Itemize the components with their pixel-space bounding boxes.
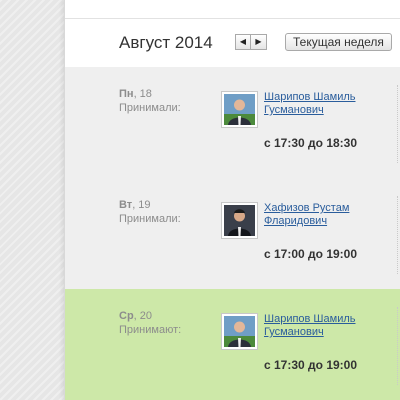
top-divider xyxy=(65,18,400,19)
day-row-monday: Пн, 18 Принимали: Шарипов Шамиль Гусмано… xyxy=(65,67,400,178)
person-photo[interactable] xyxy=(221,202,258,239)
dotted-divider xyxy=(397,85,398,163)
weekday: Пн xyxy=(119,88,134,100)
person-name-line: Хафизов Рустам xyxy=(264,202,350,214)
day-row-tuesday: Вт, 19 Принимали: Хафизов Рустам Фларидо… xyxy=(65,178,400,289)
month-title: Август 2014 xyxy=(119,33,213,52)
reception-time: с 17:30 до 19:00 xyxy=(264,358,358,372)
person-link[interactable]: Шарипов Шамиль Гусманович xyxy=(264,313,374,339)
day-row-wednesday: Ср, 20 Принимают: Шарипов Шамиль Гусмано… xyxy=(65,289,400,400)
day-label: Ср, 20 Принимают: xyxy=(119,309,181,337)
weekday: Ср xyxy=(119,310,134,322)
chevron-right-icon: ▶ xyxy=(255,37,262,46)
day-label: Пн, 18 Принимали: xyxy=(119,87,181,115)
day-status: Принимают: xyxy=(119,324,182,336)
chevron-left-icon: ◀ xyxy=(239,37,247,46)
person-link[interactable]: Хафизов Рустам Фларидович xyxy=(264,202,374,228)
day-date: , 18 xyxy=(133,88,152,100)
day-date: , 19 xyxy=(132,199,151,211)
person-link[interactable]: Шарипов Шамиль Гусманович xyxy=(264,91,374,117)
reception-time: с 17:00 до 19:00 xyxy=(264,247,358,261)
day-status: Принимали: xyxy=(119,213,181,225)
person-photo[interactable] xyxy=(221,313,258,350)
day-label: Вт, 19 Принимали: xyxy=(119,198,181,226)
person-patronymic-line: Гусманович xyxy=(264,104,324,116)
person-patronymic-line: Фларидович xyxy=(264,215,328,227)
day-date: , 20 xyxy=(133,310,153,322)
person-photo[interactable] xyxy=(221,91,258,128)
reception-time: с 17:30 до 18:30 xyxy=(264,136,358,150)
avatar-icon xyxy=(224,94,255,125)
dotted-divider xyxy=(397,307,398,385)
avatar-icon xyxy=(224,205,255,236)
dotted-divider xyxy=(397,196,398,274)
person-name-line: Шарипов Шамиль xyxy=(264,91,356,103)
person-name-line: Шарипов Шамиль xyxy=(264,313,356,325)
prev-week-button[interactable]: ◀ xyxy=(235,34,251,50)
next-week-button[interactable]: ▶ xyxy=(251,34,267,50)
person-patronymic-line: Гусманович xyxy=(264,326,324,338)
avatar-icon xyxy=(224,316,255,347)
schedule-panel: Август 2014 ◀ ▶ Текущая неделя Пн, 18 Пр… xyxy=(64,0,400,400)
current-week-button[interactable]: Текущая неделя xyxy=(285,33,392,51)
day-status: Принимали: xyxy=(119,102,181,114)
weekday: Вт xyxy=(119,199,133,211)
month-navigation: ◀ ▶ xyxy=(235,34,267,50)
